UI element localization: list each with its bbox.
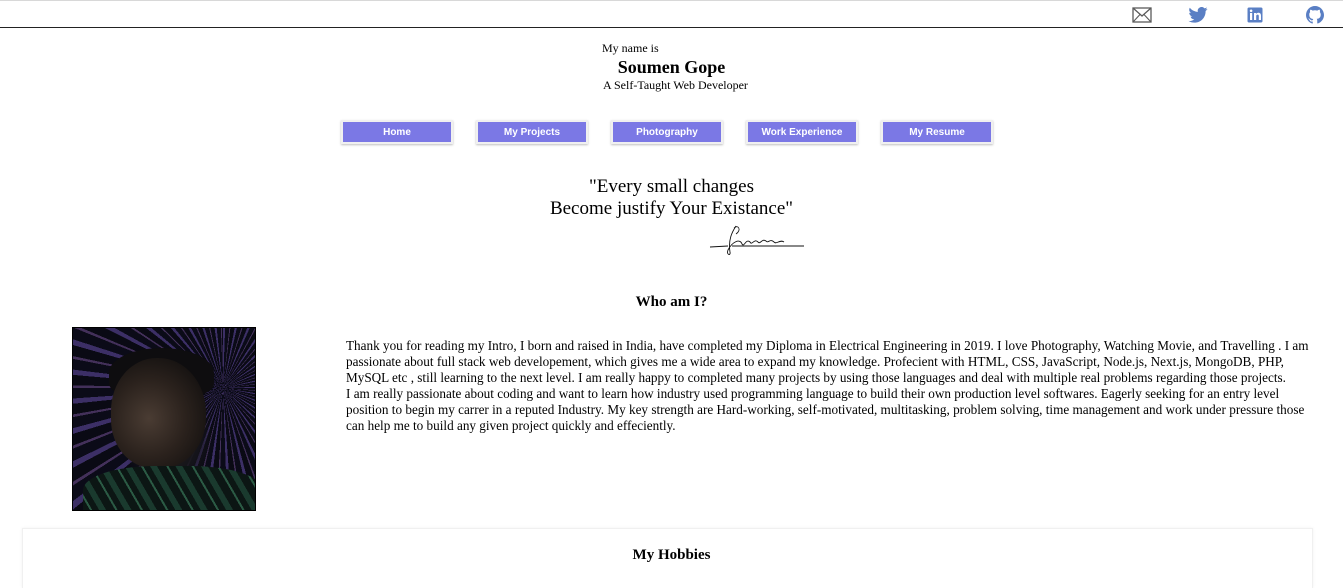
about-title: Who am I? [635, 294, 708, 310]
mail-icon[interactable] [1131, 5, 1153, 25]
twitter-icon[interactable] [1187, 5, 1209, 25]
intro-name: Soumen Gope [617, 57, 726, 77]
top-bar [0, 0, 1343, 28]
photo-face [111, 358, 206, 468]
about-paragraph-1: Thank you for reading my Intro, I born a… [346, 338, 1309, 385]
main-nav: Home My Projects Photography Work Experi… [341, 120, 993, 144]
linkedin-icon[interactable] [1244, 5, 1266, 25]
nav-photography-button[interactable]: Photography [611, 120, 723, 144]
nav-home-button[interactable]: Home [341, 120, 453, 144]
nav-projects-button[interactable]: My Projects [476, 120, 588, 144]
profile-photo [72, 327, 256, 511]
nav-resume-button[interactable]: My Resume [881, 120, 993, 144]
signature-image [706, 222, 806, 263]
photo-shirt [83, 466, 255, 510]
intro-greeting: My name is [602, 41, 659, 55]
about-paragraph-2: I am really passionate about coding and … [346, 386, 1305, 433]
quote-line-1: "Every small changes [589, 176, 754, 197]
hobbies-title: My Hobbies [632, 547, 711, 563]
quote: "Every small changes Become justify Your… [0, 176, 1343, 220]
quote-line-2: Become justify Your Existance" [549, 198, 794, 219]
github-icon[interactable] [1304, 5, 1326, 25]
about-text: Thank you for reading my Intro, I born a… [346, 338, 1316, 434]
nav-work-experience-button[interactable]: Work Experience [746, 120, 858, 144]
intro-tagline: A Self-Taught Web Developer [603, 78, 748, 92]
